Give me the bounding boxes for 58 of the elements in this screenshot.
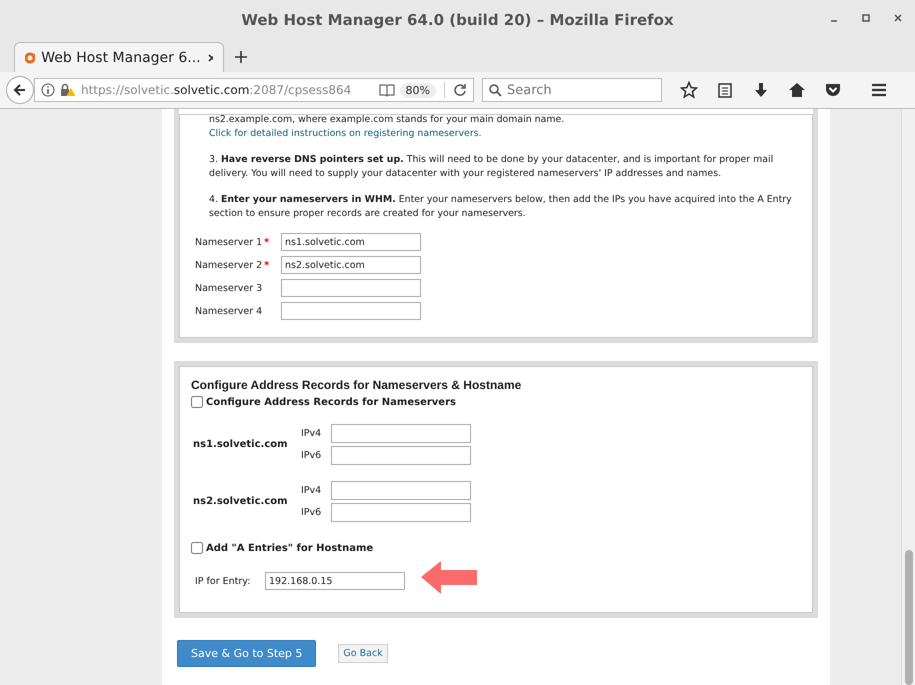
nameserver-label: Nameserver 2 bbox=[195, 260, 262, 270]
logo-icon bbox=[25, 52, 36, 64]
ip-label: IPv4 bbox=[301, 428, 322, 439]
back-arrow-icon[interactable] bbox=[13, 83, 27, 97]
step-text: 3. Have reverse DNS pointers set up. This will need to be done by your datacenter, and is important for proper mail delivery. You will need to supply your datacenter with your registered nameservers' IP addresses and names. bbox=[209, 153, 774, 181]
nameserver-field[interactable] bbox=[281, 279, 421, 297]
ip-field[interactable] bbox=[331, 424, 471, 443]
address-bar[interactable]: https://solvetic.solvetic.com:2087/cpsess864 80% bbox=[34, 78, 474, 102]
star-icon[interactable] bbox=[680, 81, 698, 99]
pocket-icon[interactable] bbox=[824, 81, 842, 99]
ip-entry-label: IP for Entry: bbox=[195, 576, 252, 586]
go-back-button[interactable]: Go Back bbox=[338, 644, 388, 663]
maximize-icon[interactable] bbox=[861, 13, 871, 23]
zoom-level[interactable]: 80% bbox=[400, 82, 436, 98]
nameserver-field[interactable] bbox=[281, 302, 421, 320]
close-icon[interactable] bbox=[893, 13, 903, 23]
nameserver-label: Nameserver 3 bbox=[195, 282, 262, 294]
save-button[interactable]: Save & Go to Step 5 bbox=[177, 640, 316, 667]
new-tab-icon[interactable] bbox=[234, 50, 248, 64]
download-icon[interactable] bbox=[752, 81, 770, 99]
nameserver-label: Nameserver 4 bbox=[195, 306, 262, 316]
ip-field[interactable] bbox=[331, 446, 471, 465]
checkbox[interactable] bbox=[191, 396, 203, 408]
nameserver-field[interactable]: ns1.solvetic.com bbox=[281, 233, 421, 251]
reader-view-icon[interactable] bbox=[378, 83, 395, 97]
scrollbar[interactable] bbox=[901, 109, 915, 685]
info-icon[interactable] bbox=[41, 83, 55, 97]
ip-label: IPv6 bbox=[301, 450, 322, 461]
host-name: ns2.solvetic.com bbox=[192, 496, 289, 507]
checkbox-label: Configure Address Records for Nameservers bbox=[206, 396, 456, 408]
required-mark: * bbox=[264, 236, 270, 248]
step-text: 4. Enter your nameservers in WHM. Enter your nameservers below, then add the IPs you have acquired into the A Entry section to ensure proper records are created for your nameservers. bbox=[209, 193, 793, 221]
close-icon[interactable] bbox=[206, 52, 213, 62]
ip-field[interactable] bbox=[331, 481, 471, 500]
reload-icon[interactable] bbox=[453, 83, 467, 97]
search-icon bbox=[488, 83, 502, 97]
browser-tab[interactable]: Web Host Manager 6... bbox=[14, 42, 224, 72]
nameserver-label: Nameserver 1 bbox=[195, 236, 262, 248]
url-text: https://solvetic.solvetic.com:2087/cpsess864 bbox=[81, 83, 352, 97]
ip-field[interactable] bbox=[331, 503, 471, 522]
home-icon[interactable] bbox=[788, 81, 806, 99]
window-title: Web Host Manager 64.0 (build 20) – Mozilla Firefox bbox=[241, 11, 674, 29]
lock-warning-icon[interactable] bbox=[60, 83, 76, 97]
ip-label: IPv4 bbox=[301, 485, 322, 496]
menu-icon[interactable] bbox=[870, 81, 888, 99]
checkbox-label: Add "A Entries" for Hostname bbox=[206, 542, 374, 554]
instruction-text: ns2.example.com, where example.com stands for your main domain name. Click for detailed instructions on registering nameservers. bbox=[209, 113, 566, 141]
instructions-link[interactable]: Click for detailed instructions on registering nameservers. bbox=[209, 128, 482, 139]
checkbox[interactable] bbox=[191, 542, 203, 554]
ip-label: IPv6 bbox=[301, 507, 322, 518]
nameserver-field[interactable]: ns2.solvetic.com bbox=[281, 256, 421, 274]
clipboard-list-icon[interactable] bbox=[716, 81, 734, 99]
search-field[interactable]: Search bbox=[482, 78, 662, 102]
back-button[interactable] bbox=[6, 76, 34, 104]
ip-entry-field[interactable]: 192.168.0.15 bbox=[265, 572, 405, 590]
section-title: Configure Address Records for Nameservers & Hostname bbox=[191, 378, 522, 392]
required-mark: * bbox=[264, 260, 270, 270]
host-name: ns1.solvetic.com bbox=[192, 439, 289, 450]
